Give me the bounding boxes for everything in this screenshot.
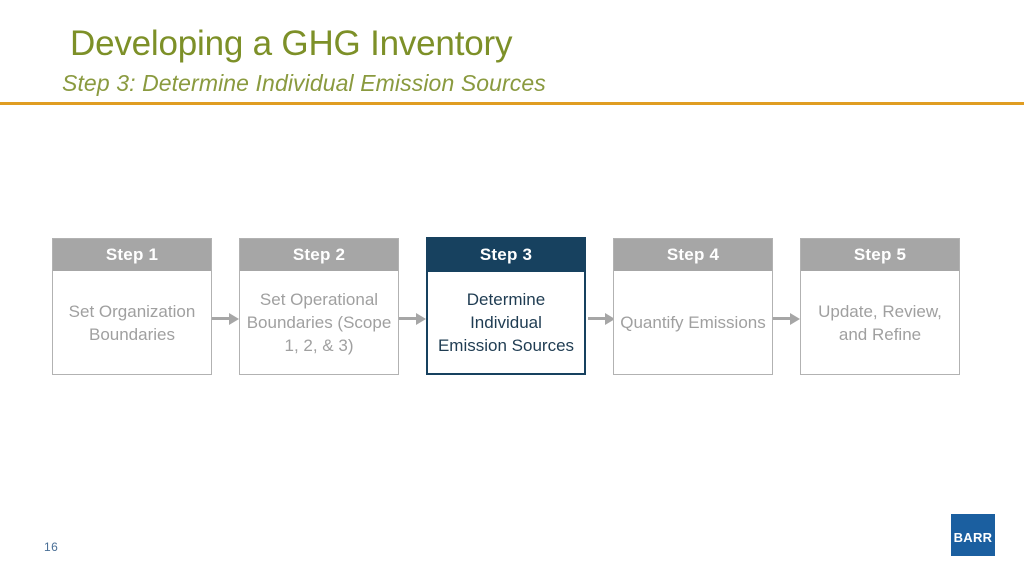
flow-step-2-body: Set Operational Boundaries (Scope 1, 2, … xyxy=(240,271,398,374)
page-number: 16 xyxy=(44,540,59,554)
flow-step-1-body: Set Organization Boundaries xyxy=(53,271,211,374)
flow-step-4-body: Quantify Emissions xyxy=(614,271,772,374)
arrow-head xyxy=(229,313,239,325)
flow-step-3[interactable]: Step 3 Determine Individual Emission Sou… xyxy=(426,237,586,375)
arrow-head xyxy=(790,313,800,325)
flow-step-4-header: Step 4 xyxy=(614,239,772,271)
barr-logo-underbar xyxy=(951,552,995,556)
flow-step-5-body: Update, Review, and Refine xyxy=(801,271,959,374)
barr-logo: BARR xyxy=(951,514,995,556)
flow-step-4[interactable]: Step 4 Quantify Emissions xyxy=(613,238,773,375)
slide: Developing a GHG Inventory Step 3: Deter… xyxy=(0,0,1024,576)
flow-step-5[interactable]: Step 5 Update, Review, and Refine xyxy=(800,238,960,375)
arrow-right-icon xyxy=(773,313,800,325)
flow-step-3-header: Step 3 xyxy=(428,239,584,271)
arrow-head xyxy=(416,313,426,325)
flow-step-3-body: Determine Individual Emission Sources xyxy=(428,271,584,373)
arrow-right-icon xyxy=(399,313,426,325)
flow-step-1-header: Step 1 xyxy=(53,239,211,271)
flow-step-2[interactable]: Step 2 Set Operational Boundaries (Scope… xyxy=(239,238,399,375)
flow-step-5-header: Step 5 xyxy=(801,239,959,271)
arrow-right-icon xyxy=(212,313,239,325)
process-flow-diagram: Step 1 Set Organization Boundaries Step … xyxy=(0,0,1024,576)
flow-step-2-header: Step 2 xyxy=(240,239,398,271)
arrow-right-icon xyxy=(588,313,615,325)
flow-step-1[interactable]: Step 1 Set Organization Boundaries xyxy=(52,238,212,375)
